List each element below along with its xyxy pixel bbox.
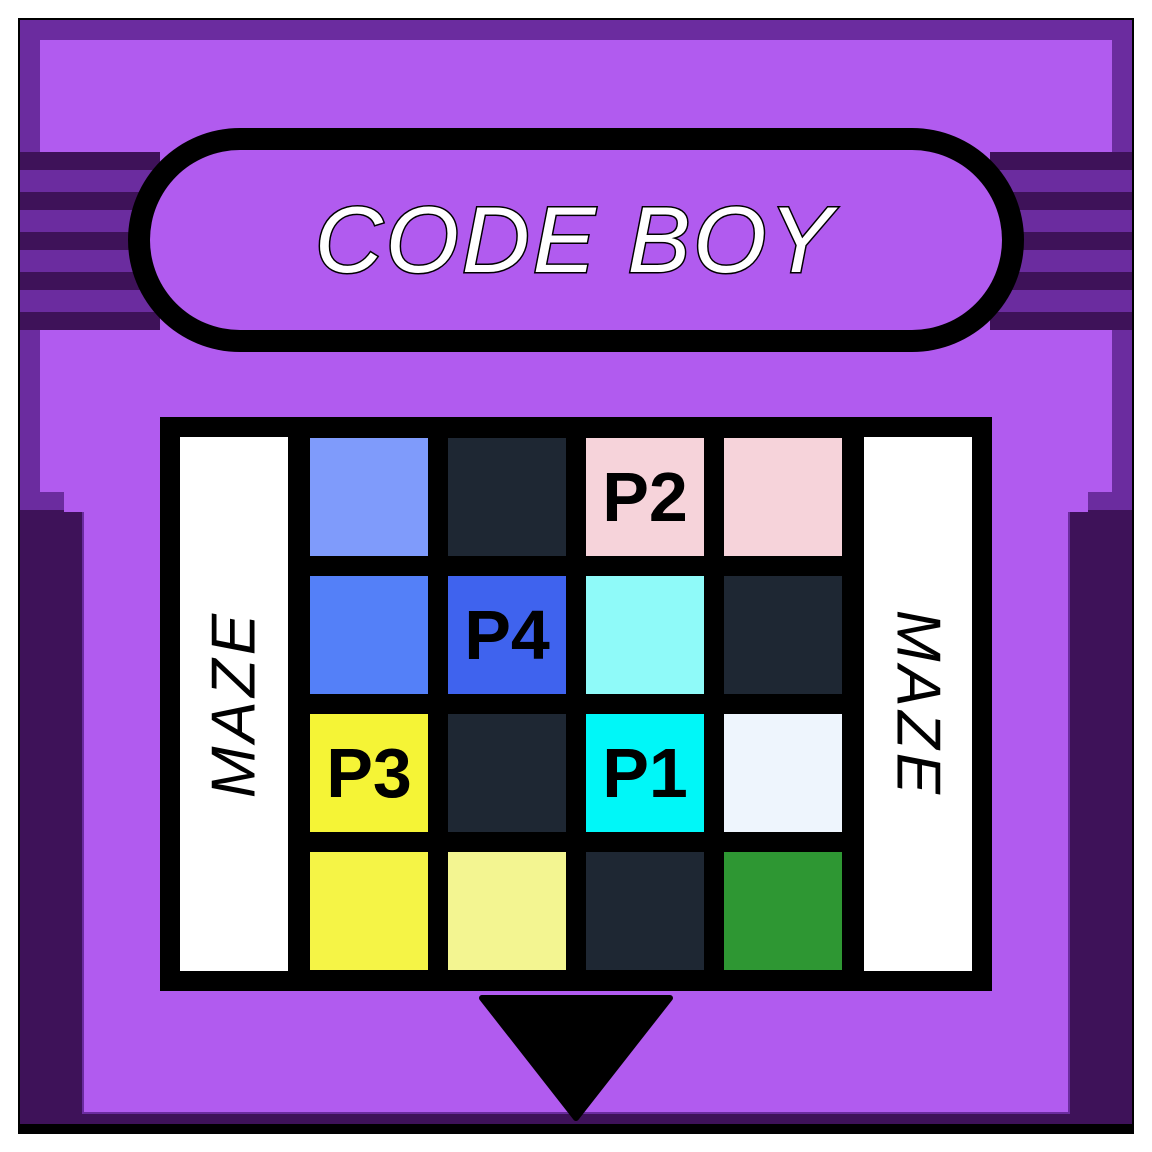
maze-tile — [586, 576, 704, 694]
maze-tile — [448, 714, 566, 832]
side-label-right: MAZE — [864, 437, 972, 971]
maze-tile — [724, 714, 842, 832]
maze-tile — [586, 852, 704, 970]
maze-tile — [724, 576, 842, 694]
maze-tile — [724, 852, 842, 970]
maze-tile — [310, 852, 428, 970]
maze-tile — [724, 438, 842, 556]
maze-tile — [310, 576, 428, 694]
game-cartridge: CODE BOY MAZE MAZE P2 P4 P3 P1 — [0, 0, 1152, 1152]
player-tile-p2: P2 — [586, 438, 704, 556]
maze-tile — [310, 438, 428, 556]
side-label-left-text: MAZE — [199, 609, 269, 799]
maze-tile — [448, 852, 566, 970]
player-tile-p3: P3 — [310, 714, 428, 832]
maze-tile — [448, 438, 566, 556]
player-tile-p4: P4 — [448, 576, 566, 694]
cartridge-title: CODE BOY — [313, 186, 836, 294]
player-tile-p1: P1 — [586, 714, 704, 832]
side-label-left: MAZE — [180, 437, 288, 971]
side-label-right-text: MAZE — [883, 609, 953, 799]
